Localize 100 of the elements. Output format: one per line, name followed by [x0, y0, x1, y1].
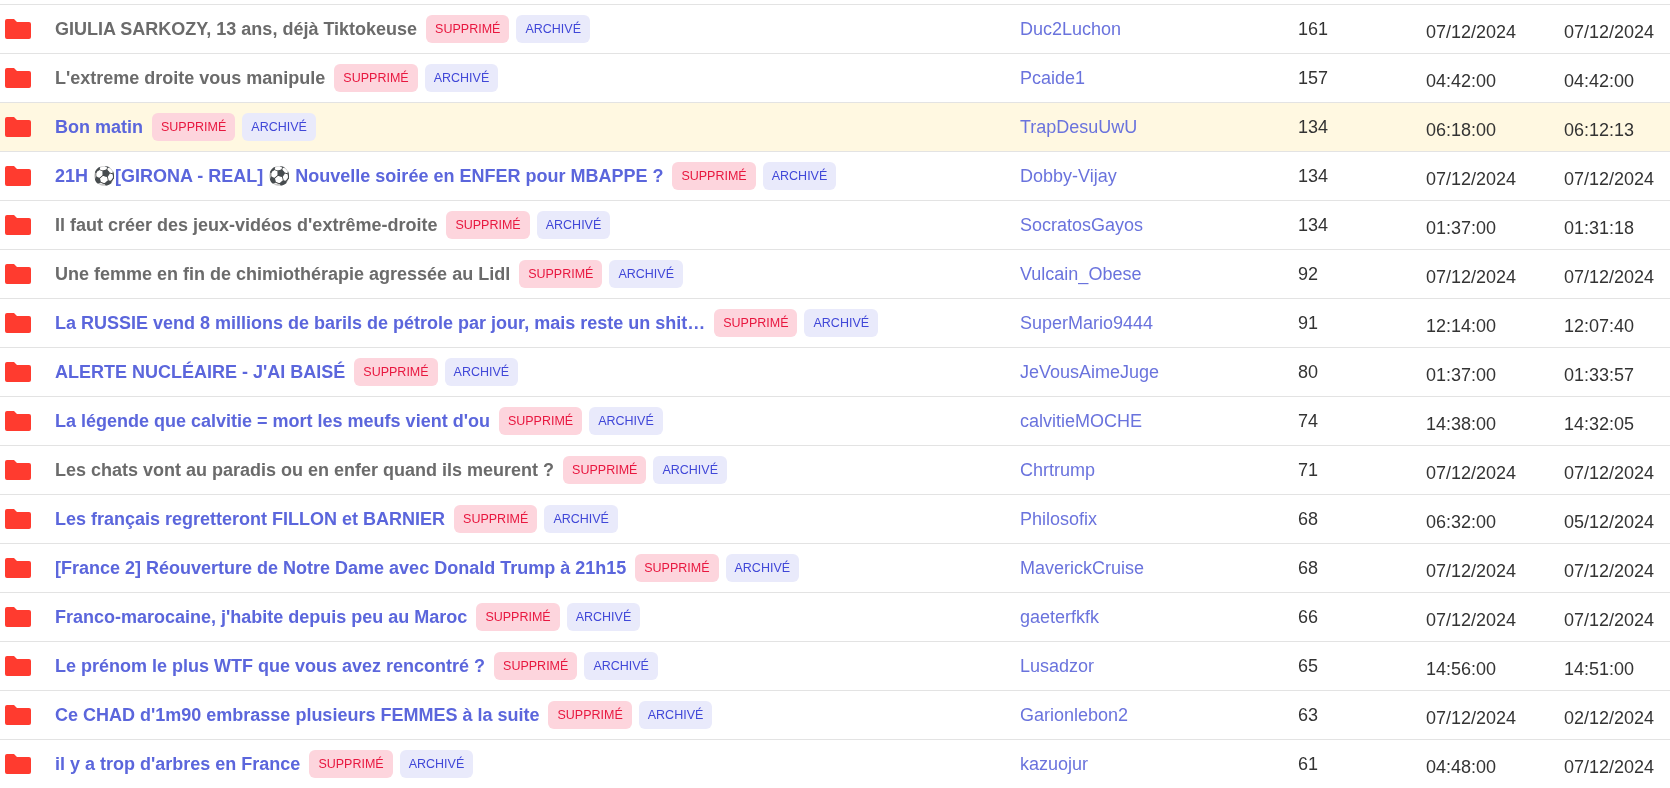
topic-title-link[interactable]: La RUSSIE vend 8 millions de barils de pétrole par jour, mais reste un shit…: [55, 312, 706, 334]
deleted-badge: SUPPRIMÉ: [672, 162, 756, 190]
reply-count: 134: [1298, 165, 1329, 186]
deleted-badge: SUPPRIMÉ: [519, 260, 603, 288]
archived-badge: ARCHIVÉ: [653, 456, 727, 484]
topic-title-link[interactable]: La légende que calvitie = mort les meufs vient d'ou: [55, 410, 490, 432]
last-post-time: 04:42:00: [1564, 70, 1635, 91]
deleted-badge: SUPPRIMÉ: [635, 554, 719, 582]
deleted-badge: SUPPRIMÉ: [354, 358, 438, 386]
created-time: 01:37:00: [1426, 217, 1497, 238]
created-time: 07/12/2024: [1426, 707, 1517, 728]
reply-count: 61: [1298, 753, 1319, 774]
topic-title-link[interactable]: ALERTE NUCLÉAIRE - J'AI BAISÉ: [55, 361, 346, 383]
author-link[interactable]: Philosofix: [1020, 508, 1098, 529]
author-link[interactable]: Garionlebon2: [1020, 704, 1129, 725]
reply-count: 68: [1298, 557, 1319, 578]
author-link[interactable]: Dobby-Vijay: [1020, 165, 1117, 186]
author-link[interactable]: SuperMario9444: [1020, 312, 1154, 333]
deleted-badge: SUPPRIMÉ: [152, 113, 236, 141]
author-link[interactable]: TrapDesuUwU: [1020, 116, 1138, 137]
last-post-time: 14:32:05: [1564, 413, 1635, 434]
author-link[interactable]: Pcaide1: [1020, 67, 1086, 88]
topic-title-link[interactable]: il y a trop d'arbres en France: [55, 753, 301, 775]
last-post-time: 14:51:00: [1564, 658, 1635, 679]
reply-count: 91: [1298, 312, 1319, 333]
archived-badge: ARCHIVÉ: [762, 162, 837, 190]
archived-badge: ARCHIVÉ: [399, 750, 474, 778]
last-post-time: 07/12/2024: [1564, 21, 1655, 42]
author-link[interactable]: MaverickCruise: [1020, 557, 1145, 578]
created-time: 07/12/2024: [1426, 609, 1517, 630]
author-link[interactable]: Vulcain_Obese: [1020, 263, 1142, 284]
reply-count: 65: [1298, 655, 1319, 676]
archived-badge: ARCHIVÉ: [804, 309, 879, 337]
author-link[interactable]: calvitieMOCHE: [1020, 410, 1143, 431]
folder-icon: [4, 606, 32, 628]
reply-count: 92: [1298, 263, 1319, 284]
created-time: 01:37:00: [1426, 364, 1497, 385]
folder-icon: [4, 312, 32, 334]
created-time: 14:38:00: [1426, 413, 1497, 434]
archived-badge: ARCHIVÉ: [444, 358, 519, 386]
created-time: 04:48:00: [1426, 756, 1497, 777]
topic-title-link[interactable]: Ce CHAD d'1m90 embrasse plusieurs FEMMES à la suite: [55, 704, 540, 726]
reply-count: 74: [1298, 410, 1319, 431]
folder-icon: [4, 165, 32, 187]
topic-title-link[interactable]: Les chats vont au paradis ou en enfer quand ils meurent ?: [55, 459, 555, 481]
last-post-time: 06:12:13: [1564, 119, 1635, 140]
folder-icon: [4, 655, 32, 677]
folder-icon: [4, 116, 32, 138]
topic-title-link[interactable]: Il faut créer des jeux-vidéos d'extrême-droite: [55, 214, 438, 236]
topic-title-link[interactable]: Le prénom le plus WTF que vous avez rencontré ?: [55, 655, 486, 677]
author-link[interactable]: SocratosGayos: [1020, 214, 1144, 235]
reply-count: 71: [1298, 459, 1319, 480]
last-post-time: 05/12/2024: [1564, 511, 1655, 532]
last-post-time: 01:31:18: [1564, 217, 1635, 238]
created-time: 07/12/2024: [1426, 168, 1517, 189]
last-post-time: 12:07:40: [1564, 315, 1635, 336]
reply-count: 63: [1298, 704, 1319, 725]
author-link[interactable]: gaeterfkfk: [1020, 606, 1100, 627]
reply-count: 134: [1298, 214, 1329, 235]
topic-title-link[interactable]: Bon matin: [55, 116, 143, 138]
last-post-time: 02/12/2024: [1564, 707, 1655, 728]
topic-title-link[interactable]: Les français regretteront FILLON et BARNIER: [55, 508, 446, 530]
topic-title-link[interactable]: Franco-marocaine, j'habite depuis peu au Maroc: [55, 606, 468, 628]
deleted-badge: SUPPRIMÉ: [334, 64, 418, 92]
reply-count: 68: [1298, 508, 1319, 529]
folder-icon: [4, 263, 32, 285]
created-time: 07/12/2024: [1426, 462, 1517, 483]
last-post-time: 01:33:57: [1564, 364, 1635, 385]
last-post-time: 07/12/2024: [1564, 560, 1655, 581]
topic-title-link[interactable]: [France 2] Réouverture de Notre Dame avec Donald Trump à 21h15: [55, 557, 627, 579]
deleted-badge: SUPPRIMÉ: [426, 15, 510, 43]
topic-title-link[interactable]: L'extreme droite vous manipule: [55, 67, 326, 89]
author-link[interactable]: JeVousAimeJuge: [1020, 361, 1160, 382]
created-time: 12:14:00: [1426, 315, 1497, 336]
folder-icon: [4, 508, 32, 530]
last-post-time: 07/12/2024: [1564, 609, 1655, 630]
folder-icon: [4, 67, 32, 89]
archived-badge: ARCHIVÉ: [424, 64, 499, 92]
deleted-badge: SUPPRIMÉ: [454, 505, 538, 533]
archived-badge: ARCHIVÉ: [544, 505, 618, 533]
author-link[interactable]: Lusadzor: [1020, 655, 1095, 676]
topic-title-link[interactable]: 21H ⚽[GIRONA - REAL] ⚽ Nouvelle soirée en ENFER pour MBAPPE ?: [55, 165, 664, 187]
folder-icon: [4, 557, 32, 579]
deleted-badge: SUPPRIMÉ: [309, 750, 393, 778]
topic-title-link[interactable]: GIULIA SARKOZY, 13 ans, déjà Tiktokeuse: [55, 18, 418, 40]
archived-badge: ARCHIVÉ: [536, 211, 611, 239]
last-post-time: 07/12/2024: [1564, 168, 1655, 189]
archived-badge: ARCHIVÉ: [242, 113, 316, 141]
archived-badge: ARCHIVÉ: [566, 603, 641, 631]
created-time: 04:42:00: [1426, 70, 1497, 91]
author-link[interactable]: Duc2Luchon: [1020, 18, 1122, 39]
folder-icon: [4, 704, 32, 726]
folder-icon: [4, 361, 32, 383]
archived-badge: ARCHIVÉ: [725, 554, 800, 582]
topic-title-link[interactable]: Une femme en fin de chimiothérapie agressée au Lidl: [55, 263, 511, 285]
created-time: 07/12/2024: [1426, 560, 1517, 581]
archived-badge: ARCHIVÉ: [638, 701, 713, 729]
created-time: 14:56:00: [1426, 658, 1497, 679]
author-link[interactable]: kazuojur: [1020, 753, 1089, 774]
author-link[interactable]: Chrtrump: [1020, 459, 1095, 480]
